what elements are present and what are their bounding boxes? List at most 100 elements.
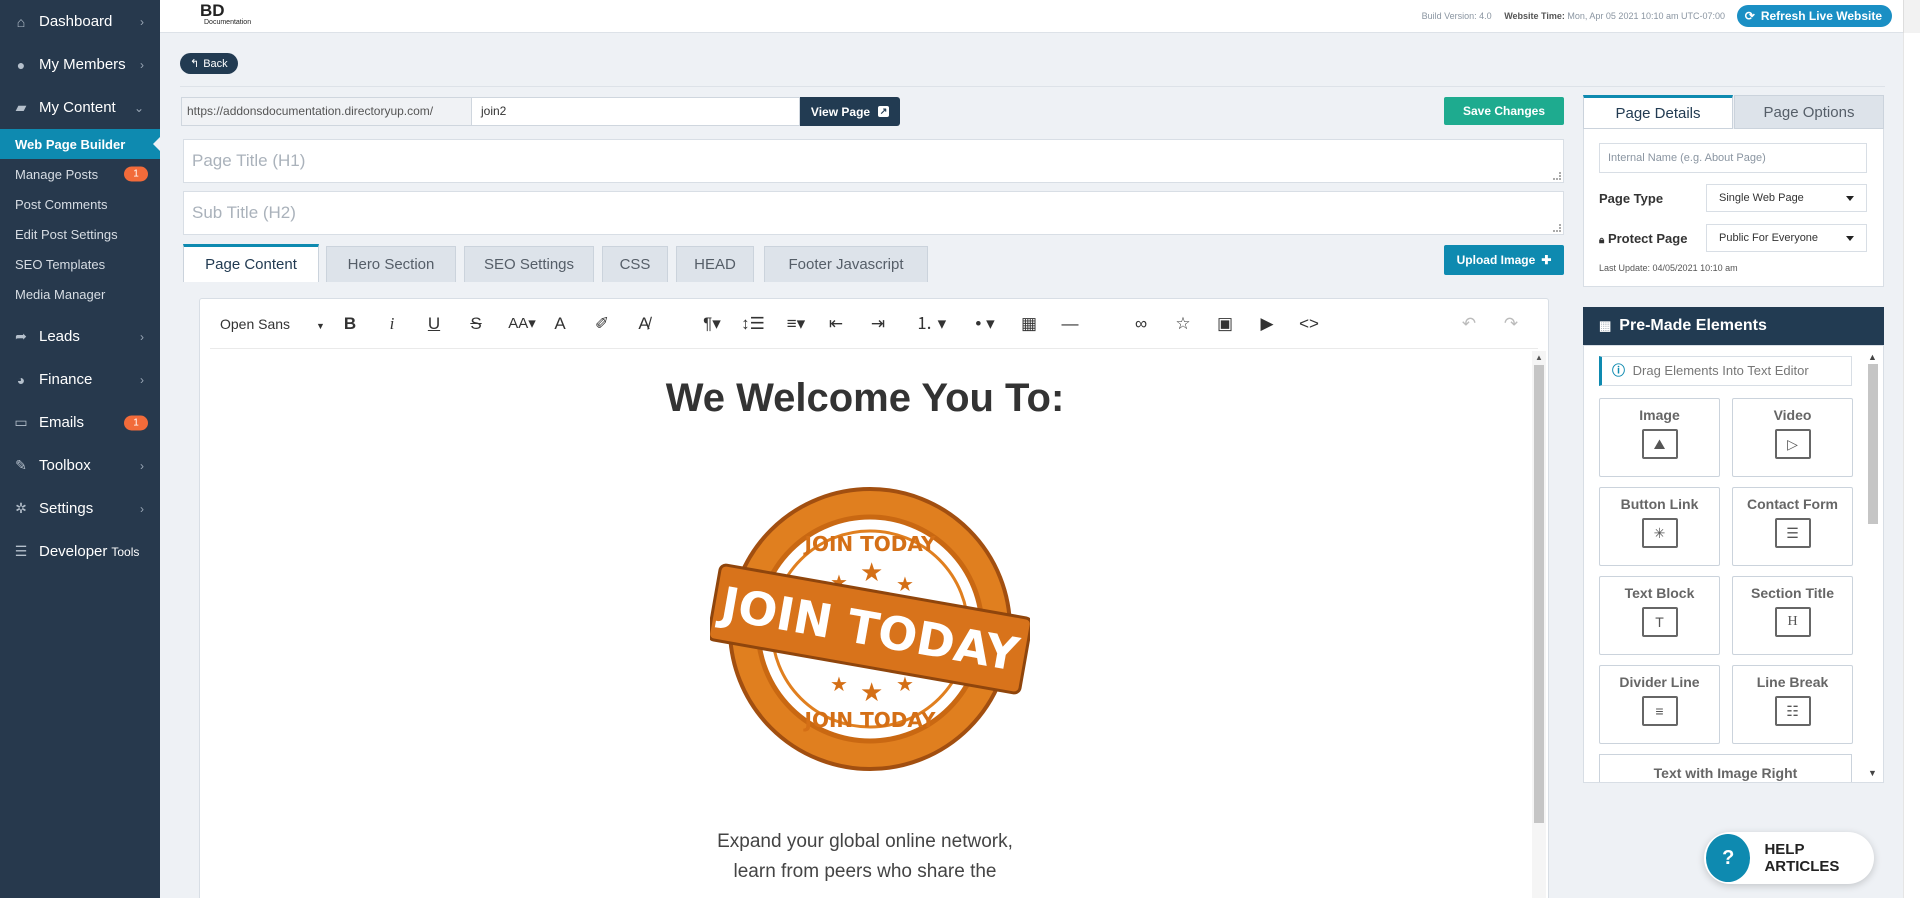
premade-label: Image [1639, 407, 1680, 423]
premade-scrollbar[interactable]: ▲ ▼ [1867, 352, 1879, 778]
video-icon[interactable]: ▶ [1256, 312, 1278, 336]
view-page-button[interactable]: View Page ↗ [800, 97, 900, 126]
sidebar-item-settings[interactable]: ✲ Settings › [0, 487, 160, 530]
sidebar-item-emails[interactable]: ▭ Emails 1 [0, 401, 160, 444]
page-title-input[interactable]: Page Title (H1) [183, 139, 1564, 183]
strikethrough-icon[interactable]: S [466, 312, 486, 336]
underline-icon[interactable]: U [424, 312, 444, 336]
upload-image-button[interactable]: Upload Image ✚ [1444, 245, 1564, 275]
scroll-up-icon[interactable]: ▲ [1535, 353, 1543, 362]
refresh-label: Refresh Live Website [1760, 9, 1882, 23]
sidebar-item-finance[interactable]: ◕ Finance › [0, 358, 160, 401]
editor-scrollbar[interactable]: ▲ [1532, 351, 1546, 898]
url-slug-input[interactable]: join2 [472, 97, 800, 126]
ordered-list-icon[interactable]: ⒈ ▾ [910, 312, 952, 336]
highlight-icon[interactable]: ✐ [592, 312, 612, 336]
internal-name-input[interactable]: Internal Name (e.g. About Page) [1599, 143, 1867, 173]
chevron-right-icon: › [140, 501, 144, 516]
sidebar-sub-manage-posts[interactable]: Manage Posts 1 [0, 159, 160, 189]
tab-seo-settings[interactable]: SEO Settings [464, 246, 594, 282]
italic-icon[interactable]: i [382, 312, 402, 336]
url-prefix: https://addonsdocumentation.directoryup.… [181, 97, 472, 126]
image-icon[interactable]: ▣ [1214, 312, 1236, 336]
text-color-icon[interactable]: A [550, 312, 570, 336]
premade-button-link[interactable]: Button Link ✳ [1599, 487, 1720, 566]
link-icon[interactable]: ∞ [1130, 312, 1152, 336]
premade-label: Contact Form [1747, 496, 1838, 512]
undo-icon[interactable]: ↶ [1458, 312, 1480, 336]
tab-footer-javascript[interactable]: Footer Javascript [764, 246, 928, 282]
back-button[interactable]: ↰ Back [180, 53, 238, 74]
paragraph-icon[interactable]: ¶▾ [698, 312, 726, 336]
table-icon[interactable]: ▦ [1018, 312, 1040, 336]
sidebar-sub-seo-templates[interactable]: SEO Templates [0, 249, 160, 279]
font-family-select[interactable]: Open Sans ▼ [220, 312, 325, 338]
scrollbar-thumb[interactable] [1868, 364, 1878, 524]
scroll-down-icon[interactable]: ▼ [1868, 768, 1877, 778]
sidebar-item-developer-tools[interactable]: ☰ Developer Tools [0, 530, 160, 573]
star-icon[interactable]: ☆ [1172, 312, 1194, 336]
count-badge: 1 [124, 415, 148, 430]
sidebar-sub-label: Edit Post Settings [15, 226, 118, 242]
stamp-text-bottom: JOIN TODAY [803, 708, 936, 732]
sidebar-sub-web-page-builder[interactable]: Web Page Builder [0, 129, 160, 159]
click-icon: ✳ [1641, 518, 1678, 548]
tab-head[interactable]: HEAD [676, 246, 754, 282]
redo-icon[interactable]: ↷ [1500, 312, 1522, 336]
refresh-live-website-button[interactable]: ⟳ Refresh Live Website [1736, 5, 1892, 27]
premade-video[interactable]: Video ▷ [1732, 398, 1853, 477]
code-view-icon[interactable]: <> [1296, 312, 1322, 336]
premade-text-block[interactable]: Text Block T [1599, 576, 1720, 655]
info-icon: ⓘ [1612, 363, 1626, 378]
protect-page-label: 🔒︎ Protect Page [1599, 231, 1687, 246]
sidebar-sub-edit-post-settings[interactable]: Edit Post Settings [0, 219, 160, 249]
star-icon: ★ [830, 674, 848, 696]
sub-title-input[interactable]: Sub Title (H2) [183, 191, 1564, 235]
outdent-icon[interactable]: ⇤ [826, 312, 846, 336]
premade-label: Button Link [1620, 496, 1699, 512]
tab-css[interactable]: CSS [602, 246, 668, 282]
tab-page-options[interactable]: Page Options [1734, 95, 1884, 129]
line-height-icon[interactable]: ↕☰ [737, 312, 769, 336]
members-icon: ● [16, 56, 26, 73]
logo[interactable]: BD Documentation [200, 2, 305, 31]
unordered-list-icon[interactable]: • ▾ [964, 312, 1006, 336]
sidebar-item-dashboard[interactable]: ⌂ Dashboard › [0, 0, 160, 43]
clear-format-icon[interactable]: A̸ [634, 312, 654, 336]
sidebar-sub-media-manager[interactable]: Media Manager [0, 279, 160, 309]
premade-line-break[interactable]: Line Break ☷ [1732, 665, 1853, 744]
rich-text-editor[interactable]: Open Sans ▼ B i U S AA▾ A ✐ A̸ ¶▾ ↕☰ ≡▾ … [199, 298, 1549, 898]
bold-icon[interactable]: B [340, 312, 360, 336]
sidebar-sub-post-comments[interactable]: Post Comments [0, 189, 160, 219]
premade-section-title[interactable]: Section Title H [1732, 576, 1853, 655]
save-changes-button[interactable]: Save Changes [1444, 97, 1564, 125]
tab-hero-section[interactable]: Hero Section [326, 246, 456, 282]
premade-text-with-image-right[interactable]: Text with Image Right [1599, 754, 1852, 782]
scroll-up-icon[interactable]: ▲ [1868, 352, 1877, 362]
protect-page-select[interactable]: Public For Everyone [1706, 224, 1867, 252]
tab-page-content[interactable]: Page Content [183, 244, 319, 282]
page-scrollbar[interactable] [1903, 33, 1920, 898]
indent-icon[interactable]: ⇥ [868, 312, 888, 336]
sidebar-item-leads[interactable]: ➦ Leads › [0, 315, 160, 358]
sidebar-item-my-content[interactable]: ▰ My Content ⌄ [0, 86, 160, 129]
scrollbar-thumb[interactable] [1534, 365, 1544, 823]
chevron-right-icon: › [140, 458, 144, 473]
font-size-icon[interactable]: AA▾ [506, 312, 538, 336]
premade-label: Section Title [1751, 585, 1834, 601]
premade-divider-line[interactable]: Divider Line ≡ [1599, 665, 1720, 744]
sidebar-item-my-members[interactable]: ● My Members › [0, 43, 160, 86]
form-icon: ☰ [1774, 518, 1811, 548]
editor-content[interactable]: We Welcome You To: JOIN TODAY JOIN TODAY… [210, 351, 1530, 898]
sidebar-item-toolbox[interactable]: ✎ Toolbox › [0, 444, 160, 487]
horizontal-rule-icon[interactable]: — [1060, 312, 1080, 336]
align-icon[interactable]: ≡▾ [780, 312, 812, 336]
scrollbar-top [1903, 0, 1920, 33]
page-type-select[interactable]: Single Web Page [1706, 184, 1867, 212]
help-articles-button[interactable]: ? HELP ARTICLES [1704, 832, 1874, 884]
tab-page-details[interactable]: Page Details [1583, 95, 1733, 129]
sidebar-item-label: Toolbox [39, 457, 91, 474]
premade-image[interactable]: Image ⛰ [1599, 398, 1720, 477]
external-link-icon: ↗ [878, 106, 890, 117]
premade-contact-form[interactable]: Contact Form ☰ [1732, 487, 1853, 566]
